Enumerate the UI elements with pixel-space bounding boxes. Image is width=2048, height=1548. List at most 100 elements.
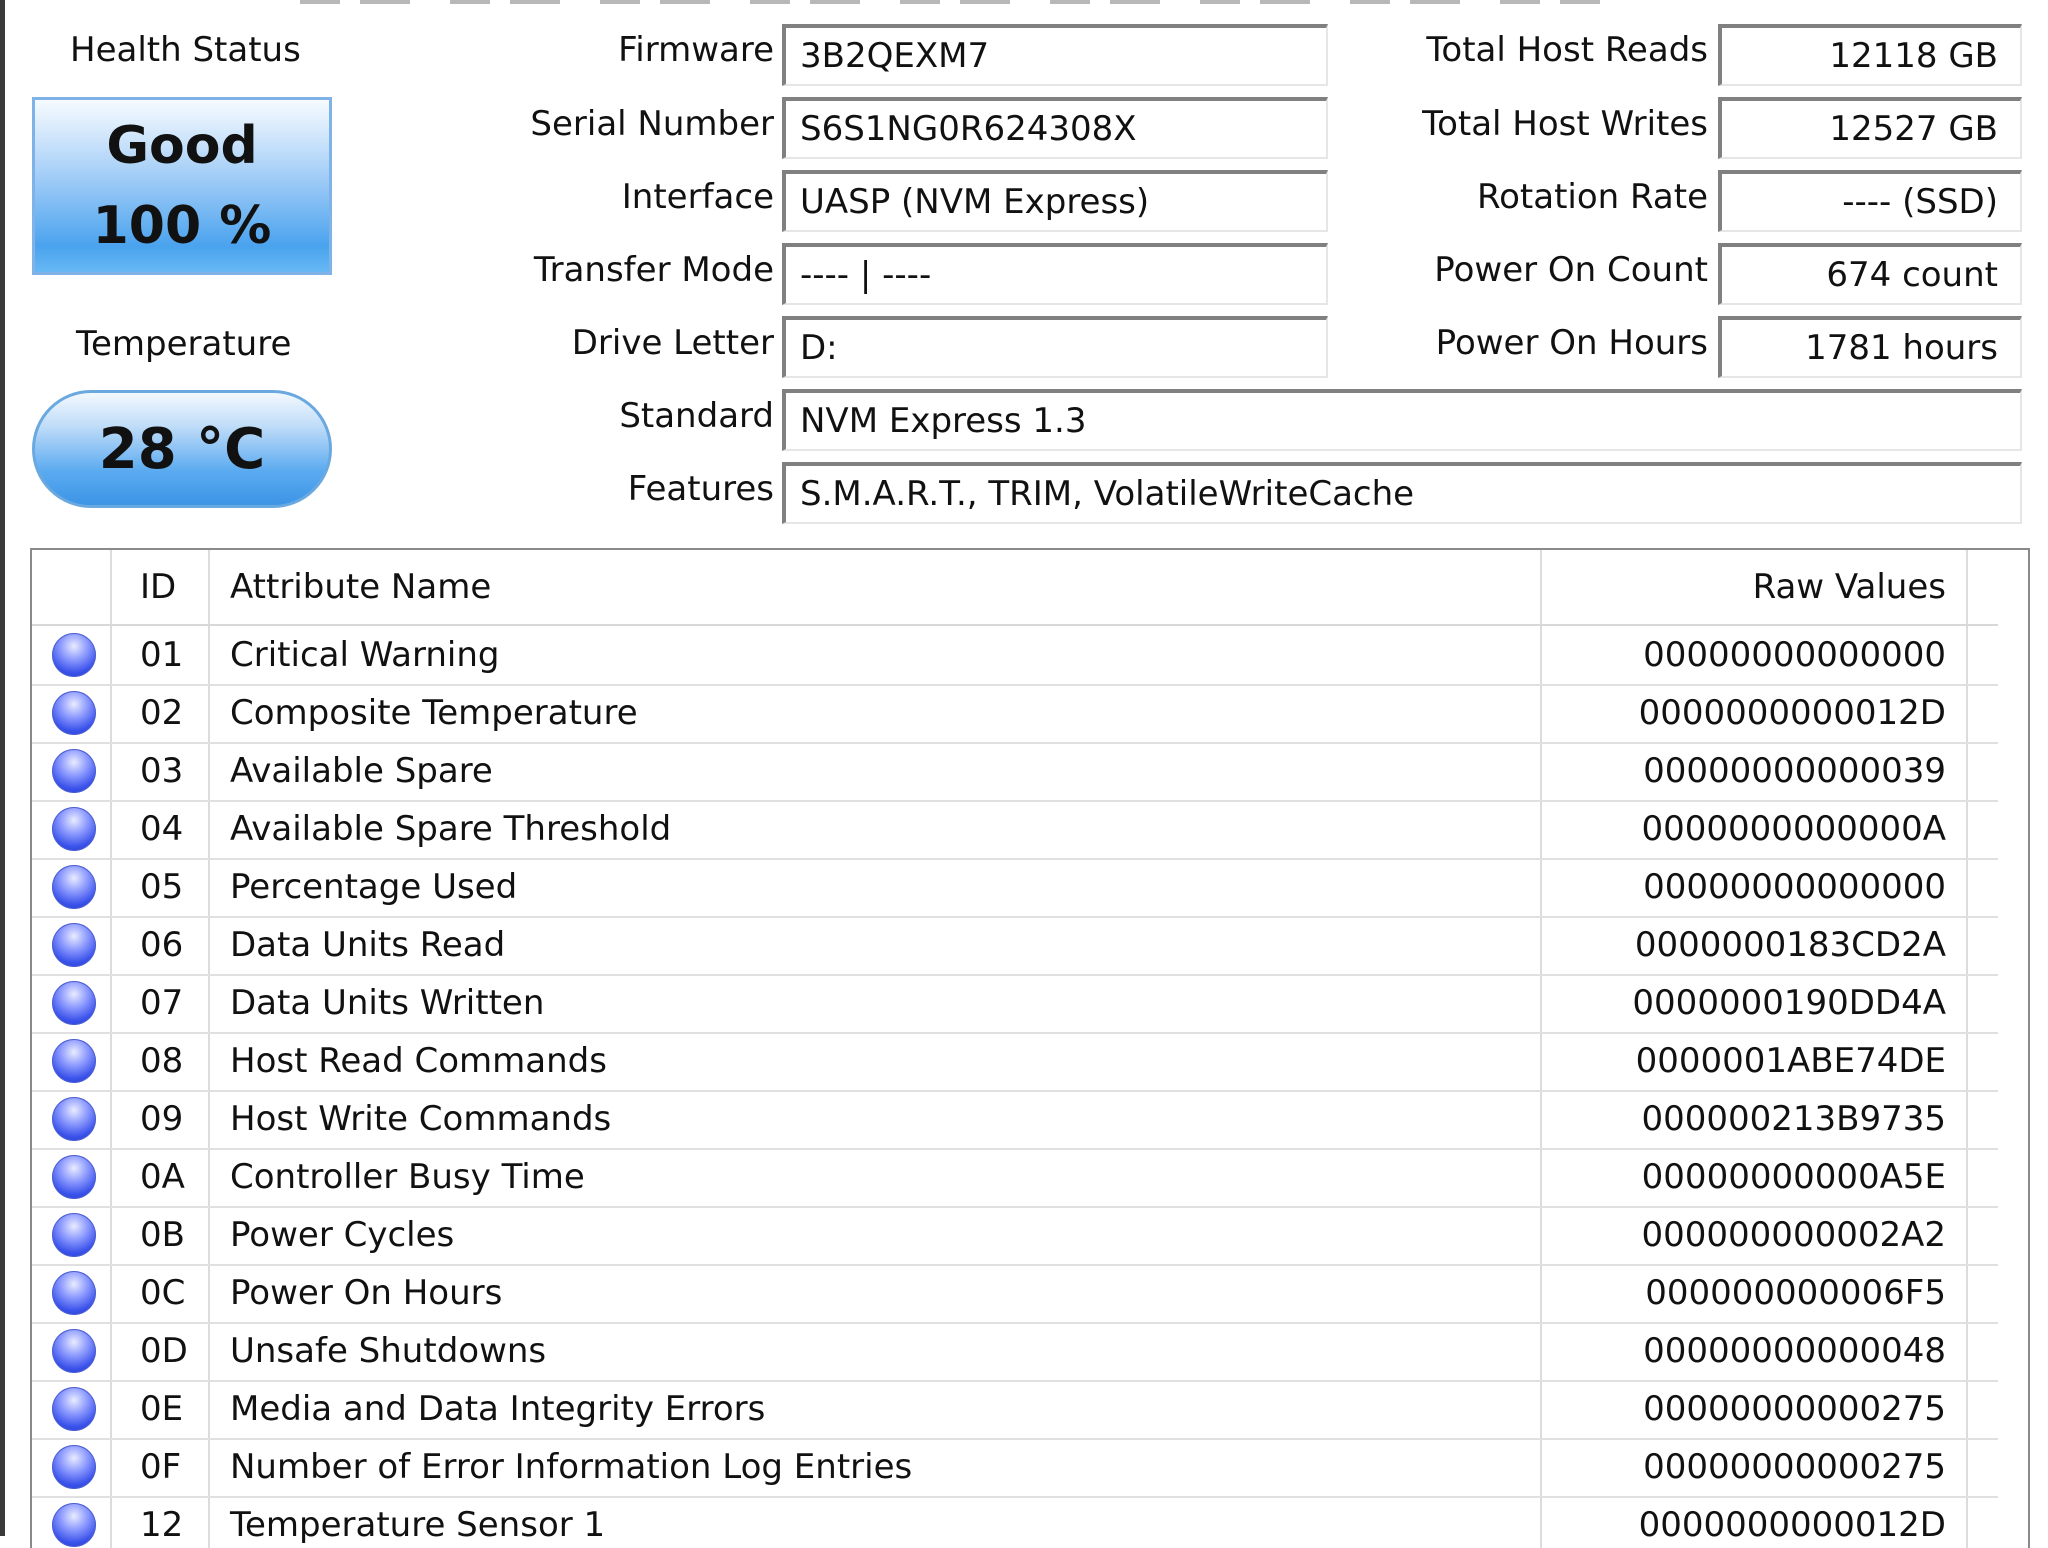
temperature-value: 28 °C — [98, 416, 266, 482]
status-dot-icon — [52, 923, 96, 967]
interface-field[interactable]: UASP (NVM Express) — [782, 170, 1328, 232]
status-dot-icon — [52, 1329, 96, 1373]
attribute-id: 01 — [140, 635, 184, 675]
table-row[interactable]: 02 Composite Temperature 0000000000012D — [32, 684, 1998, 744]
status-dot-icon — [52, 1387, 96, 1431]
attribute-raw-value: 00000000000000 — [1643, 635, 1946, 675]
attribute-name: Media and Data Integrity Errors — [230, 1389, 766, 1429]
table-row[interactable]: 09 Host Write Commands 000000213B9735 — [32, 1090, 1998, 1150]
attribute-name: Composite Temperature — [230, 693, 638, 733]
attribute-raw-value: 000000000002A2 — [1641, 1215, 1946, 1255]
attribute-name: Controller Busy Time — [230, 1157, 585, 1197]
table-row[interactable]: 01 Critical Warning 00000000000000 — [32, 626, 1998, 686]
table-header: ID Attribute Name Raw Values — [32, 550, 1998, 626]
attribute-name: Data Units Written — [230, 983, 545, 1023]
status-dot-icon — [52, 981, 96, 1025]
attribute-id: 07 — [140, 983, 184, 1023]
total-host-writes-field[interactable]: 12527 GB — [1718, 97, 2022, 159]
standard-field[interactable]: NVM Express 1.3 — [782, 389, 2022, 451]
attribute-id: 08 — [140, 1041, 184, 1081]
attribute-name: Percentage Used — [230, 867, 518, 907]
power-on-count-label: Power On Count — [1434, 250, 1708, 290]
attribute-id: 03 — [140, 751, 184, 791]
table-row[interactable]: 0D Unsafe Shutdowns 00000000000048 — [32, 1322, 1998, 1382]
status-dot-icon — [52, 691, 96, 735]
attribute-name: Available Spare — [230, 751, 493, 791]
health-status-button[interactable]: Good 100 % — [32, 97, 332, 275]
rotation-rate-label: Rotation Rate — [1477, 177, 1708, 217]
column-header-id[interactable]: ID — [140, 550, 176, 624]
table-row[interactable]: 08 Host Read Commands 0000001ABE74DE — [32, 1032, 1998, 1092]
attribute-raw-value: 0000000190DD4A — [1632, 983, 1946, 1023]
status-dot-icon — [52, 1155, 96, 1199]
title-remnant — [300, 0, 1600, 10]
attribute-id: 0D — [140, 1331, 188, 1371]
attribute-raw-value: 000000213B9735 — [1641, 1099, 1946, 1139]
column-header-attribute-name[interactable]: Attribute Name — [230, 550, 491, 624]
health-status-label: Health Status — [70, 30, 301, 70]
health-percent-text: 100 % — [92, 196, 272, 256]
attribute-raw-value: 00000000000048 — [1643, 1331, 1946, 1371]
health-status-text: Good — [106, 116, 258, 176]
attribute-name: Host Read Commands — [230, 1041, 607, 1081]
table-row[interactable]: 03 Available Spare 00000000000039 — [32, 742, 1998, 802]
attribute-id: 06 — [140, 925, 184, 965]
temperature-button[interactable]: 28 °C — [32, 390, 332, 508]
attribute-name: Critical Warning — [230, 635, 500, 675]
attribute-raw-value: 00000000000275 — [1643, 1447, 1946, 1487]
table-row[interactable]: 07 Data Units Written 0000000190DD4A — [32, 974, 1998, 1034]
total-host-writes-label: Total Host Writes — [1422, 104, 1708, 144]
status-dot-icon — [52, 1039, 96, 1083]
power-on-count-field[interactable]: 674 count — [1718, 243, 2022, 305]
attribute-raw-value: 0000000183CD2A — [1634, 925, 1946, 965]
attribute-raw-value: 00000000000039 — [1643, 751, 1946, 791]
features-field[interactable]: S.M.A.R.T., TRIM, VolatileWriteCache — [782, 462, 2022, 524]
status-dot-icon — [52, 633, 96, 677]
drive-letter-field[interactable]: D: — [782, 316, 1328, 378]
total-host-reads-field[interactable]: 12118 GB — [1718, 24, 2022, 86]
table-row[interactable]: 04 Available Spare Threshold 0000000000000… — [32, 800, 1998, 860]
attribute-id: 0A — [140, 1157, 185, 1197]
status-dot-icon — [52, 749, 96, 793]
transfer-mode-label: Transfer Mode — [533, 250, 774, 290]
serial-number-field[interactable]: S6S1NG0R624308X — [782, 97, 1328, 159]
attribute-raw-value: 0000001ABE74DE — [1635, 1041, 1946, 1081]
attribute-id: 09 — [140, 1099, 184, 1139]
table-row[interactable]: 06 Data Units Read 0000000183CD2A — [32, 916, 1998, 976]
table-row[interactable]: 0A Controller Busy Time 00000000000A5E — [32, 1148, 1998, 1208]
smart-attribute-table[interactable]: ID Attribute Name Raw Values 01 Critical … — [30, 548, 2030, 1548]
attribute-id: 0C — [140, 1273, 186, 1313]
total-host-reads-label: Total Host Reads — [1426, 30, 1708, 70]
attribute-id: 04 — [140, 809, 184, 849]
status-dot-icon — [52, 865, 96, 909]
status-dot-icon — [52, 1445, 96, 1489]
table-row[interactable]: 05 Percentage Used 00000000000000 — [32, 858, 1998, 918]
attribute-id: 0F — [140, 1447, 182, 1487]
table-row[interactable]: 0E Media and Data Integrity Errors 0000000… — [32, 1380, 1998, 1440]
attribute-name: Temperature Sensor 1 — [230, 1505, 606, 1545]
column-header-raw-values[interactable]: Raw Values — [1753, 550, 1946, 624]
serial-number-label: Serial Number — [530, 104, 774, 144]
table-row[interactable]: 0F Number of Error Information Log Entrie… — [32, 1438, 1998, 1498]
firmware-field[interactable]: 3B2QEXM7 — [782, 24, 1328, 86]
attribute-raw-value: 0000000000000A — [1641, 809, 1946, 849]
attribute-raw-value: 00000000000275 — [1643, 1389, 1946, 1429]
attribute-id: 0B — [140, 1215, 185, 1255]
firmware-label: Firmware — [618, 30, 774, 70]
table-row[interactable]: 0C Power On Hours 000000000006F5 — [32, 1264, 1998, 1324]
status-dot-icon — [52, 1097, 96, 1141]
power-on-hours-field[interactable]: 1781 hours — [1718, 316, 2022, 378]
attribute-name: Available Spare Threshold — [230, 809, 672, 849]
table-row[interactable]: 12 Temperature Sensor 1 0000000000012D — [32, 1496, 1998, 1548]
attribute-name: Power Cycles — [230, 1215, 455, 1255]
status-dot-icon — [52, 807, 96, 851]
attribute-id: 0E — [140, 1389, 184, 1429]
attribute-name: Number of Error Information Log Entries — [230, 1447, 913, 1487]
rotation-rate-field[interactable]: ---- (SSD) — [1718, 170, 2022, 232]
transfer-mode-field[interactable]: ---- | ---- — [782, 243, 1328, 305]
attribute-raw-value: 00000000000000 — [1643, 867, 1946, 907]
temperature-label: Temperature — [76, 324, 292, 364]
attribute-raw-value: 000000000006F5 — [1645, 1273, 1946, 1313]
table-row[interactable]: 0B Power Cycles 000000000002A2 — [32, 1206, 1998, 1266]
attribute-name: Power On Hours — [230, 1273, 503, 1313]
